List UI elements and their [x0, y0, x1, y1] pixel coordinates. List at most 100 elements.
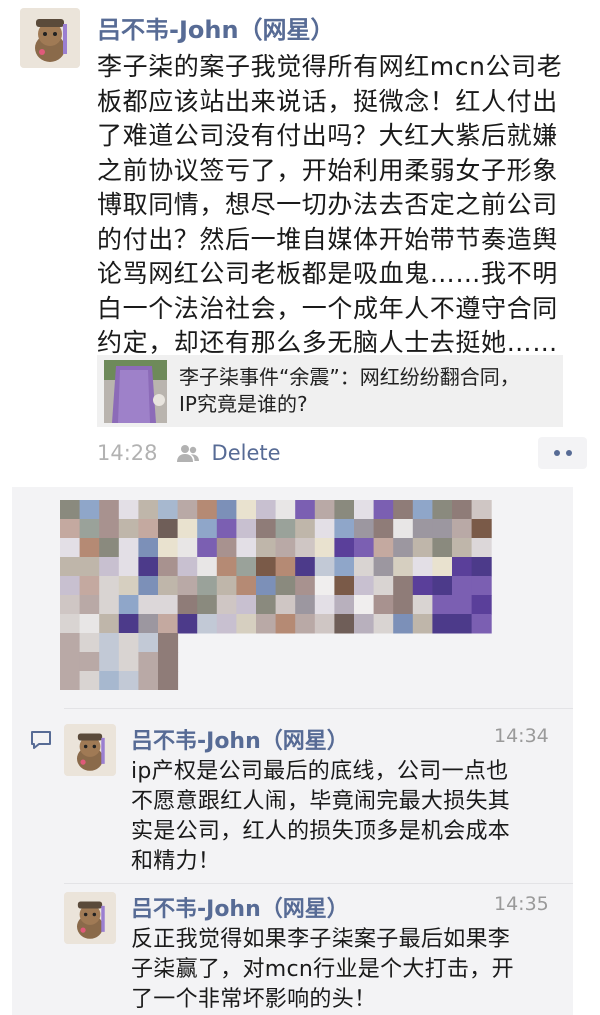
mosaic-tile	[452, 519, 473, 539]
post-text-line: 博取同情，想尽一切办法去否定之前公司	[97, 190, 558, 219]
post-text-line: 论骂网红公司老板都是吸血鬼……我不明	[97, 259, 558, 288]
mosaic-tile	[216, 519, 237, 539]
mosaic-tile	[118, 614, 139, 634]
mosaic-tile	[138, 538, 159, 558]
comment-text[interactable]: 反正我觉得如果李子柒案子最后如果李 子柒赢了，对mcn行业是个大打击，开 了一个…	[131, 925, 571, 1015]
mosaic-tile	[373, 557, 394, 577]
mosaic-tile	[158, 576, 179, 596]
mosaic-tile	[334, 519, 355, 539]
mosaic-tile	[334, 576, 355, 596]
post-meta-row: 14:28 Delete	[97, 437, 587, 469]
mosaic-tile	[197, 557, 218, 577]
mosaic-tile	[393, 614, 414, 634]
mosaic-tile	[334, 557, 355, 577]
mosaic-tile	[275, 595, 296, 615]
mosaic-tile	[158, 633, 179, 653]
comment-author-avatar[interactable]	[64, 892, 116, 944]
mosaic-tile	[275, 576, 296, 596]
mosaic-tile	[118, 557, 139, 577]
mosaic-tile	[314, 614, 335, 634]
article-title-line: IP究竟是谁的?	[179, 392, 308, 416]
mosaic-tile	[354, 614, 375, 634]
mosaic-tile	[158, 652, 179, 672]
mosaic-tile	[295, 519, 316, 539]
mosaic-tile	[412, 500, 433, 520]
mosaic-tile	[60, 557, 81, 577]
comment-time: 14:35	[494, 893, 549, 915]
mosaic-tile	[158, 595, 179, 615]
mosaic-tile	[256, 614, 277, 634]
mosaic-tile	[373, 538, 394, 558]
mosaic-tile	[354, 519, 375, 539]
mosaic-tile	[314, 538, 335, 558]
mosaic-tile	[452, 576, 473, 596]
mosaic-tile	[138, 500, 159, 520]
mosaic-tile	[177, 500, 198, 520]
shared-article-card[interactable]: 李子柒事件“余震”：网红纷纷翻合同， IP究竟是谁的?	[97, 355, 563, 427]
mosaic-tile	[256, 538, 277, 558]
mosaic-tile	[393, 538, 414, 558]
post-text-line: 的付出？然后一堆自媒体开始带节奏造舆	[97, 224, 558, 254]
mosaic-tile	[393, 576, 414, 596]
mosaic-tile	[275, 557, 296, 577]
mosaic-tile	[60, 576, 81, 596]
mosaic-tile	[452, 500, 473, 520]
mosaic-tile	[354, 538, 375, 558]
comment-author-avatar[interactable]	[64, 724, 116, 776]
mosaic-tile	[275, 614, 296, 634]
mosaic-tile	[197, 595, 218, 615]
mosaic-tile	[236, 595, 257, 615]
visibility-group-icon[interactable]	[176, 443, 200, 463]
mosaic-tile	[60, 538, 81, 558]
mosaic-tile	[412, 614, 433, 634]
comment-text-line: 了一个非常坏影响的头！	[131, 987, 377, 1012]
mosaic-tile	[471, 576, 492, 596]
mosaic-tile	[99, 519, 120, 539]
mosaic-tile	[158, 557, 179, 577]
mosaic-tile	[295, 595, 316, 615]
post-author-name[interactable]: 吕不韦-John（网星）	[97, 10, 335, 45]
mosaic-tile	[354, 595, 375, 615]
mosaic-tile	[99, 614, 120, 634]
mosaic-tile	[452, 557, 473, 577]
mosaic-tile	[256, 595, 277, 615]
mosaic-tile	[452, 595, 473, 615]
mosaic-tile	[99, 652, 120, 672]
comment-text[interactable]: ip产权是公司最后的底线，公司一点也 不愿意跟红人闹，毕竟闹完最大损失其 实是公…	[131, 757, 571, 877]
comment-author-name[interactable]: 吕不韦-John（网星）	[131, 891, 349, 923]
mosaic-tile	[60, 652, 81, 672]
mosaic-tile	[177, 576, 198, 596]
mosaic-tile	[334, 538, 355, 558]
mosaic-tile	[432, 538, 453, 558]
mosaic-tile	[314, 557, 335, 577]
mosaic-tile	[158, 538, 179, 558]
mosaic-tile	[158, 500, 179, 520]
post-author-avatar[interactable]	[20, 8, 80, 68]
mosaic-tile	[60, 500, 81, 520]
mosaic-tile	[393, 500, 414, 520]
mosaic-tile	[295, 557, 316, 577]
mosaic-tile	[79, 519, 100, 539]
mosaic-tile	[373, 595, 394, 615]
mosaic-tile	[197, 576, 218, 596]
mosaic-tile	[138, 671, 159, 690]
mosaic-tile	[118, 595, 139, 615]
more-actions-button[interactable]	[538, 437, 587, 469]
comment-time: 14:34	[494, 725, 549, 747]
mosaic-tile	[471, 500, 492, 520]
mosaic-tile	[314, 519, 335, 539]
comment-author-name[interactable]: 吕不韦-John（网星）	[131, 723, 349, 755]
mosaic-tile	[412, 576, 433, 596]
mosaic-tile	[79, 652, 100, 672]
mosaic-tile	[393, 519, 414, 539]
post-text: 李子柒的案子我觉得所有网红mcn公司老 板都应该站出来说话，挺微念！红人付出 了…	[97, 50, 592, 361]
mosaic-tile	[177, 614, 198, 634]
mosaic-tile	[177, 519, 198, 539]
mosaic-tile	[118, 538, 139, 558]
mosaic-tile	[412, 595, 433, 615]
mosaic-tile	[79, 614, 100, 634]
delete-button[interactable]: Delete	[212, 441, 281, 465]
mosaic-tile	[79, 557, 100, 577]
mosaic-tile	[373, 519, 394, 539]
mosaic-tile	[60, 633, 81, 653]
